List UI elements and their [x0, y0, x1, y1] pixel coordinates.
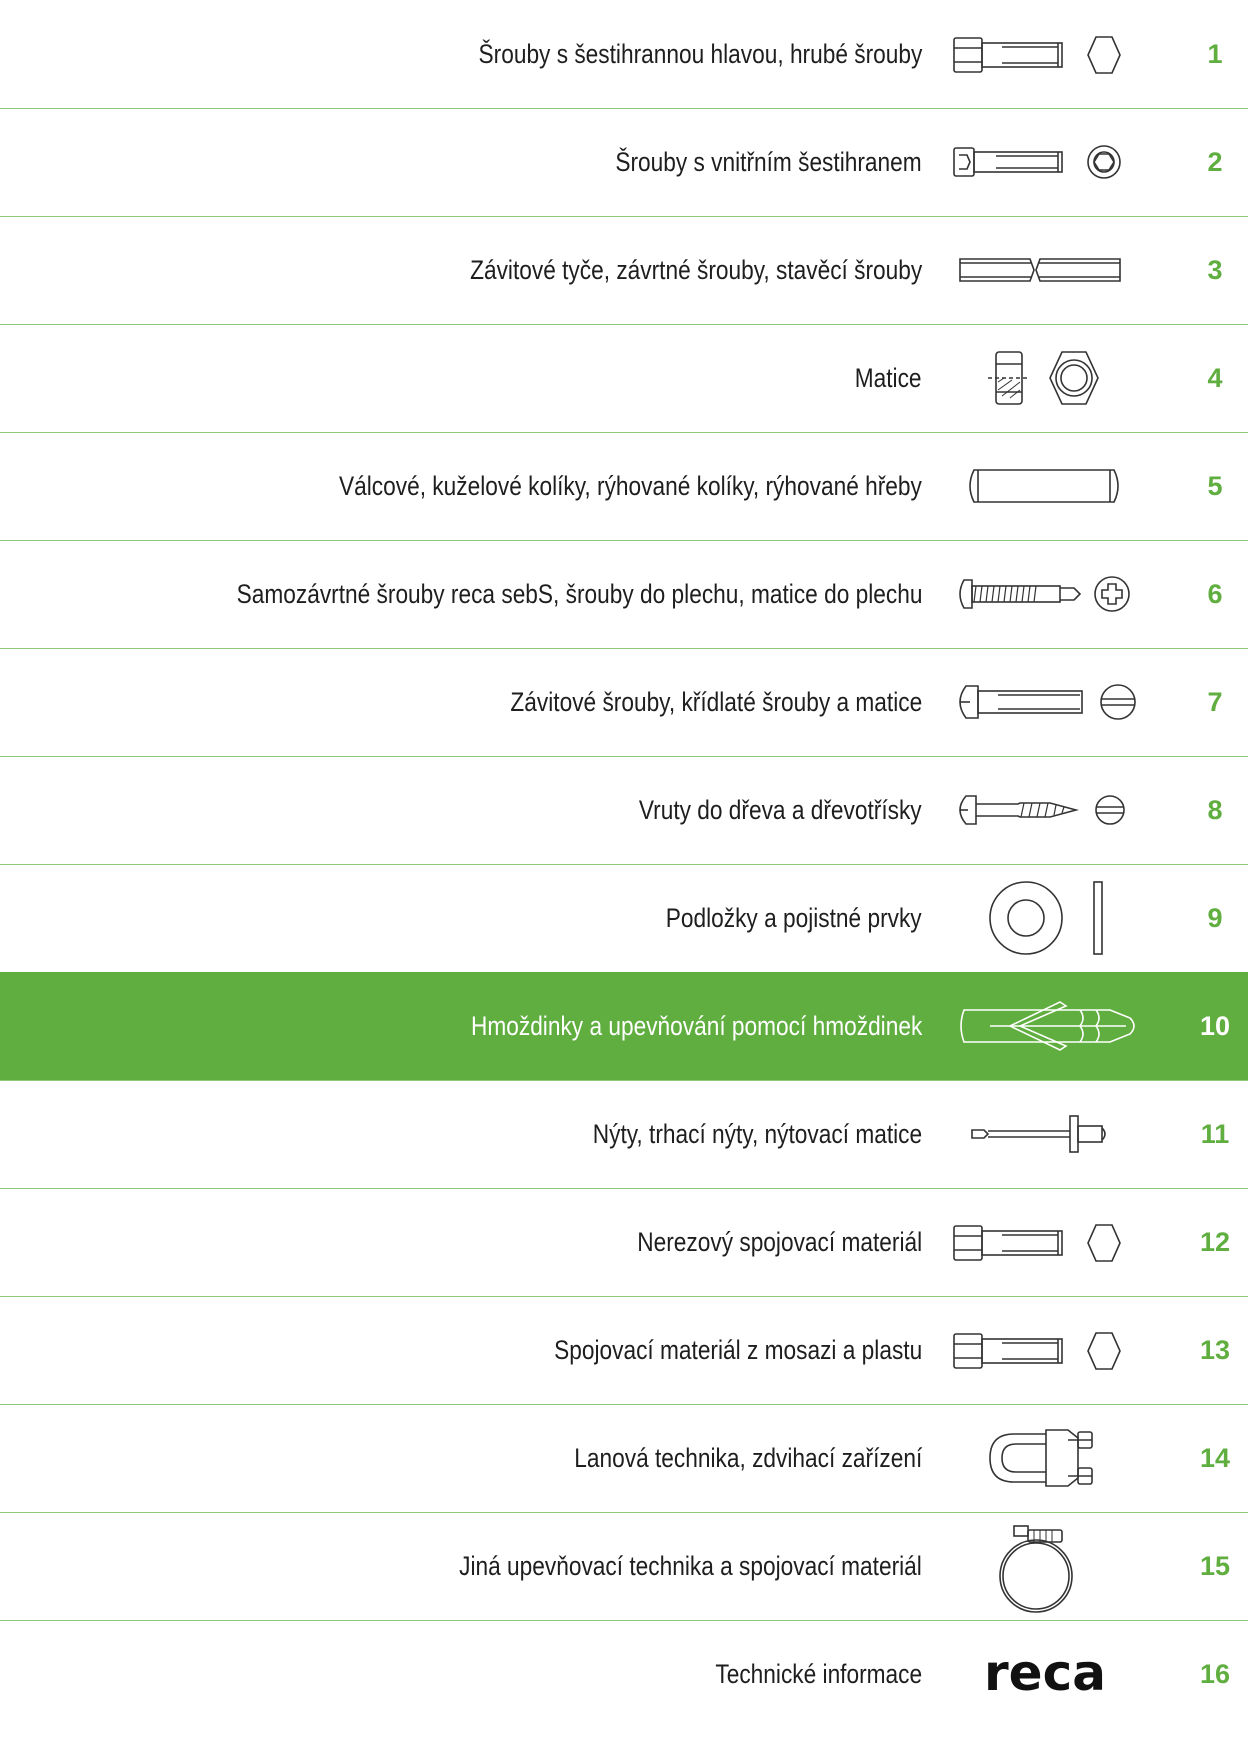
hex-bolt-icon	[950, 1188, 1140, 1296]
category-row[interactable]: Samozávrtné šrouby reca sebS, šrouby do …	[0, 540, 1248, 648]
category-label: Závitové šrouby, křídlaté šrouby a matic…	[510, 687, 922, 717]
blind-rivet-icon	[950, 1080, 1140, 1188]
category-label: Samozávrtné šrouby reca sebS, šrouby do …	[236, 579, 922, 609]
washer-icon	[950, 864, 1140, 972]
reca-logo-text: reca	[984, 1644, 1106, 1702]
hose-clamp-icon	[950, 1512, 1140, 1620]
category-number: 5	[1207, 471, 1223, 501]
category-row[interactable]: Matice 4	[0, 324, 1248, 432]
dowel-pin-icon	[950, 432, 1140, 540]
category-label: Šrouby s vnitřním šestihranem	[615, 147, 922, 177]
category-row[interactable]: Nerezový spojovací materiál 12	[0, 1188, 1248, 1296]
category-number: 12	[1199, 1227, 1231, 1257]
category-number: 8	[1207, 795, 1223, 825]
wire-rope-clip-icon	[950, 1404, 1140, 1512]
threaded-rod-icon	[950, 216, 1140, 324]
category-number: 14	[1199, 1443, 1231, 1473]
category-label: Nýty, trhací nýty, nýtovací matice	[592, 1119, 922, 1149]
category-number: 11	[1200, 1119, 1230, 1149]
category-number: 15	[1199, 1551, 1231, 1581]
category-row[interactable]: Podložky a pojistné prvky 9	[0, 864, 1248, 972]
category-label: Jiná upevňovací technika a spojovací mat…	[459, 1551, 922, 1581]
category-number: 2	[1207, 147, 1223, 177]
category-number: 13	[1199, 1335, 1231, 1365]
category-label: Vruty do dřeva a dřevotřísky	[639, 795, 922, 825]
category-row[interactable]: Nýty, trhací nýty, nýtovací matice 11	[0, 1080, 1248, 1188]
category-number: 3	[1207, 255, 1223, 285]
hex-nut-icon	[950, 324, 1140, 432]
category-row[interactable]: Závitové šrouby, křídlaté šrouby a matic…	[0, 648, 1248, 756]
category-number: 10	[1199, 1011, 1231, 1041]
category-label: Podložky a pojistné prvky	[666, 903, 922, 933]
hex-bolt-icon	[950, 0, 1140, 108]
category-row[interactable]: Spojovací materiál z mosazi a plastu 13	[0, 1296, 1248, 1404]
category-number: 4	[1207, 363, 1223, 393]
reca-logo-icon: reca	[950, 1620, 1140, 1728]
slotted-machine-screw-icon	[950, 648, 1140, 756]
category-label: Hmoždinky a upevňování pomocí hmoždinek	[470, 1011, 922, 1041]
category-row[interactable]: Šrouby s šestihrannou hlavou, hrubé šrou…	[0, 0, 1248, 108]
category-row[interactable]: Technické informace reca 16	[0, 1620, 1248, 1728]
category-label: Šrouby s šestihrannou hlavou, hrubé šrou…	[478, 39, 922, 69]
category-row[interactable]: Válcové, kuželové kolíky, rýhované kolík…	[0, 432, 1248, 540]
category-number: 16	[1199, 1659, 1231, 1689]
category-row[interactable]: Lanová technika, zdvihací zařízení 14	[0, 1404, 1248, 1512]
category-number: 1	[1207, 39, 1223, 69]
self-drilling-screw-icon	[950, 540, 1140, 648]
category-number: 9	[1207, 903, 1223, 933]
category-label: Válcové, kuželové kolíky, rýhované kolík…	[339, 471, 922, 501]
socket-cap-screw-icon	[950, 108, 1140, 216]
category-row[interactable]: Šrouby s vnitřním šestihranem 2	[0, 108, 1248, 216]
category-row[interactable]: Vruty do dřeva a dřevotřísky 8	[0, 756, 1248, 864]
category-label: Závitové tyče, závrtné šrouby, stavěcí š…	[469, 255, 922, 285]
category-row[interactable]: Jiná upevňovací technika a spojovací mat…	[0, 1512, 1248, 1620]
category-label: Lanová technika, zdvihací zařízení	[574, 1443, 922, 1473]
wood-screw-icon	[950, 756, 1140, 864]
hex-bolt-icon	[950, 1296, 1140, 1404]
category-number: 7	[1207, 687, 1223, 717]
category-label: Matice	[855, 363, 922, 393]
category-label: Technické informace	[715, 1659, 922, 1689]
category-label: Spojovací materiál z mosazi a plastu	[553, 1335, 922, 1365]
category-number: 6	[1207, 579, 1223, 609]
category-row-active[interactable]: Hmoždinky a upevňování pomocí hmoždinek …	[0, 972, 1248, 1080]
category-label: Nerezový spojovací materiál	[637, 1227, 922, 1257]
wall-plug-icon	[950, 972, 1140, 1080]
category-row[interactable]: Závitové tyče, závrtné šrouby, stavěcí š…	[0, 216, 1248, 324]
